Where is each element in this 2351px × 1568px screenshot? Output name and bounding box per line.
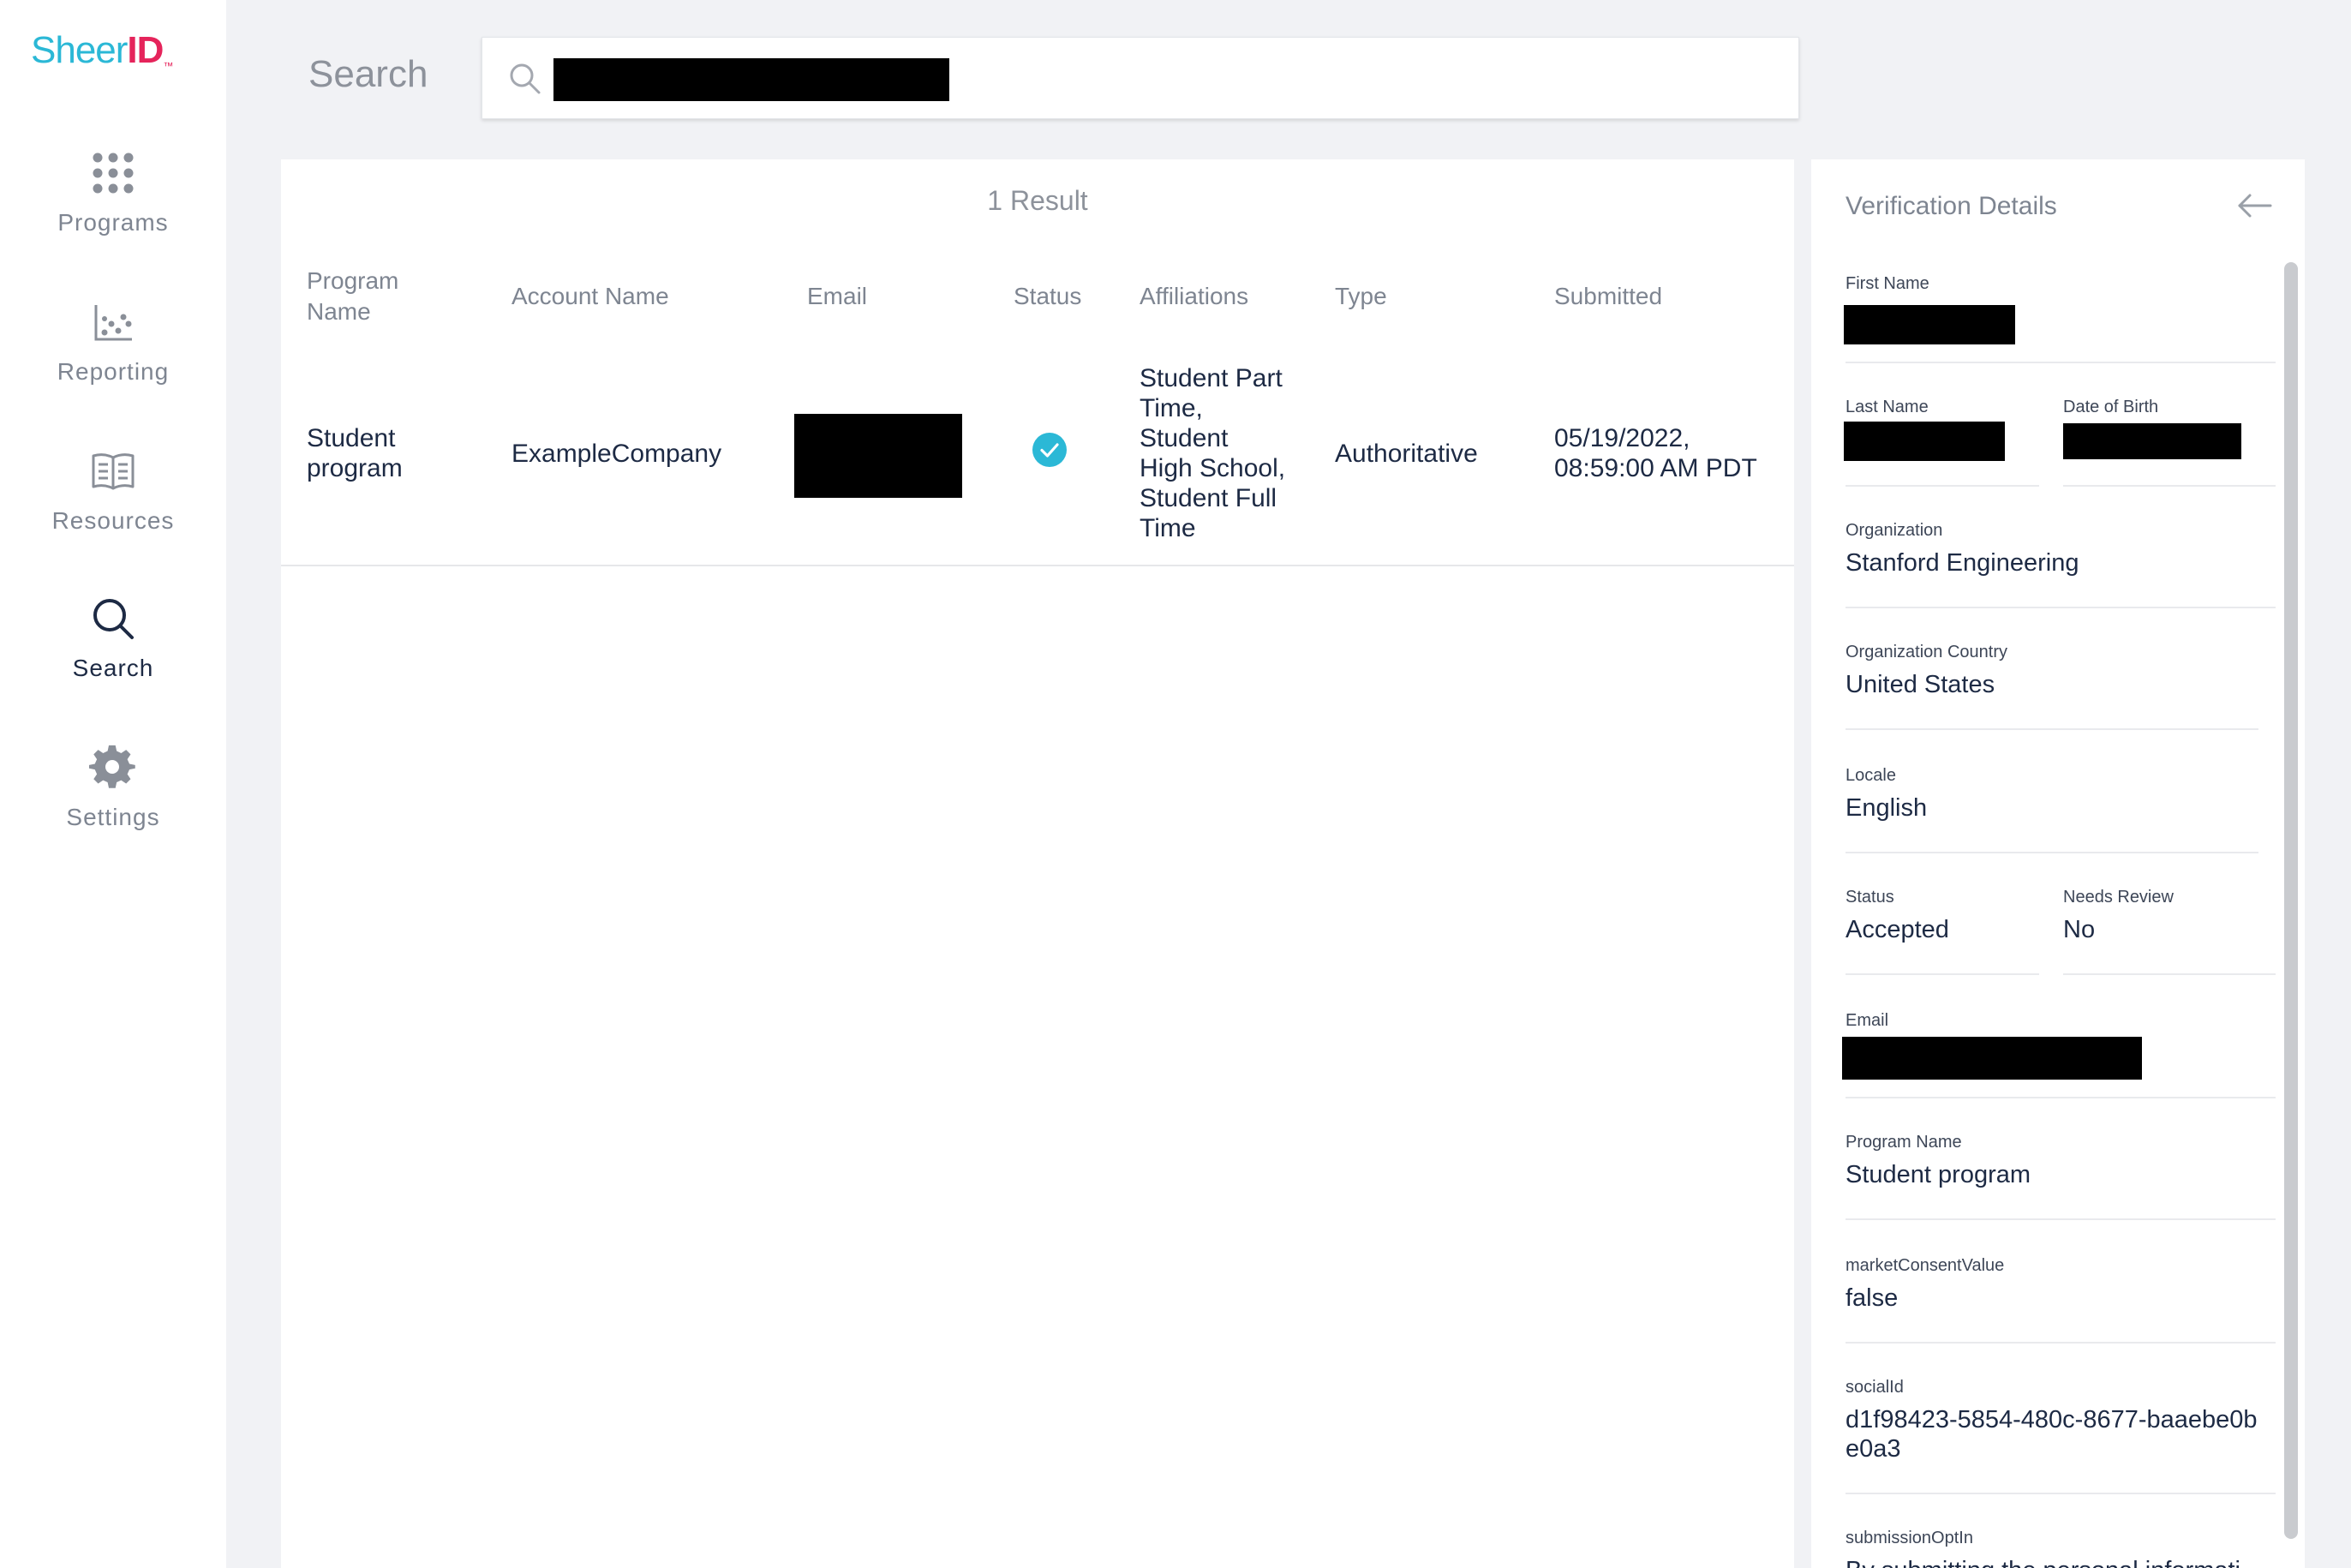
sidebar-item-label: Resources [51,507,175,534]
cell-email-redacted [794,414,962,498]
redacted-search-query [553,58,949,101]
cell-type: Authoritative [1335,440,1478,468]
search-bar[interactable] [482,37,1799,119]
divider [1846,485,2039,487]
divider [1846,728,2258,730]
program-name-label: Program Name [1846,1133,1962,1152]
search-icon [93,599,134,639]
logo-text-primary: Sheer [31,29,128,71]
sidebar-item-search[interactable]: Search [0,595,226,682]
sheerid-logo[interactable]: SheerID™ [31,29,173,72]
needs-review-label: Needs Review [2063,888,2174,907]
date-of-birth-redacted [2063,423,2241,459]
needs-review-value: No [2063,916,2096,943]
divider [1846,1218,2276,1220]
divider [1846,1493,2276,1494]
row-divider [281,565,1794,566]
cell-account-name: ExampleCompany [511,440,722,468]
divider [1846,362,2276,363]
locale-value: English [1846,794,1928,822]
social-id-value: d1f98423-5854-480c-8677-baaebe0b e0a3 [1846,1406,2258,1463]
status-label: Status [1846,888,1894,907]
scatter-chart-icon [94,305,132,341]
column-header-account-name[interactable]: Account Name [511,281,669,312]
organization-label: Organization [1846,521,1943,540]
sidebar-item-label: Reporting [57,358,170,385]
search-icon [510,63,541,94]
divider [1846,852,2258,853]
column-header-type[interactable]: Type [1335,281,1387,312]
divider [2063,485,2276,487]
divider [1846,973,2039,975]
first-name-label: First Name [1846,274,1929,293]
sidebar-item-label: Programs [57,209,169,236]
grid-dots-icon [93,153,134,194]
social-id-label: socialId [1846,1378,1904,1397]
email-redacted [1842,1037,2142,1080]
column-header-email[interactable]: Email [807,281,867,312]
details-scrollbar[interactable] [2284,262,2298,1539]
cell-submitted: 05/19/2022, 08:59:00 AM PDT [1554,424,1757,482]
results-panel: 1 Result Program Name Account Name Email… [281,159,1794,1568]
back-arrow-icon[interactable] [2234,189,2274,223]
date-of-birth-label: Date of Birth [2063,398,2159,416]
divider [2063,973,2276,975]
result-count: 1 Result [987,185,1088,216]
open-book-icon [92,453,135,490]
organization-country-value: United States [1846,671,1995,698]
cell-affiliations: Student Part Time, Student High School, … [1140,364,1286,542]
last-name-label: Last Name [1846,398,1929,416]
first-name-redacted [1844,305,2015,344]
organization-value: Stanford Engineering [1846,549,2079,577]
locale-label: Locale [1846,766,1896,785]
sidebar-item-label: Settings [66,804,160,830]
column-header-affiliations[interactable]: Affiliations [1140,281,1248,312]
divider [1846,1097,2276,1098]
last-name-redacted [1844,422,2005,461]
divider [1846,607,2276,608]
sidebar-item-label: Search [72,655,154,681]
divider [1846,1342,2276,1344]
gear-icon [89,745,135,788]
submission-optin-label: submissionOptIn [1846,1529,1973,1547]
status-value: Accepted [1846,916,1949,943]
sidebar-item-resources[interactable]: Resources [0,447,226,535]
search-input[interactable] [962,55,1733,103]
cell-program-name: Student program [307,424,403,482]
logo-trademark: ™ [163,60,173,72]
sidebar-item-reporting[interactable]: Reporting [0,298,226,386]
program-name-value: Student program [1846,1161,2031,1188]
page-title: Search [308,53,428,95]
submission-optin-value: By submitting the personal informati [1846,1556,2240,1568]
verification-details-panel: Verification Details First Name Last Nam… [1811,159,2305,1568]
column-header-submitted[interactable]: Submitted [1554,281,1662,312]
organization-country-label: Organization Country [1846,643,2007,661]
market-consent-value: false [1846,1284,1899,1312]
sidebar: SheerID™ Programs Reporting Resources Se… [0,0,226,1568]
sidebar-item-programs[interactable]: Programs [0,149,226,236]
email-label: Email [1846,1011,1889,1030]
market-consent-label: marketConsentValue [1846,1256,2005,1275]
details-title: Verification Details [1846,192,2057,220]
logo-text-secondary: ID [127,29,164,71]
column-header-status[interactable]: Status [1014,281,1081,312]
column-header-program-name[interactable]: Program Name [307,266,398,327]
sidebar-item-settings[interactable]: Settings [0,744,226,831]
status-check-icon [1032,433,1067,467]
